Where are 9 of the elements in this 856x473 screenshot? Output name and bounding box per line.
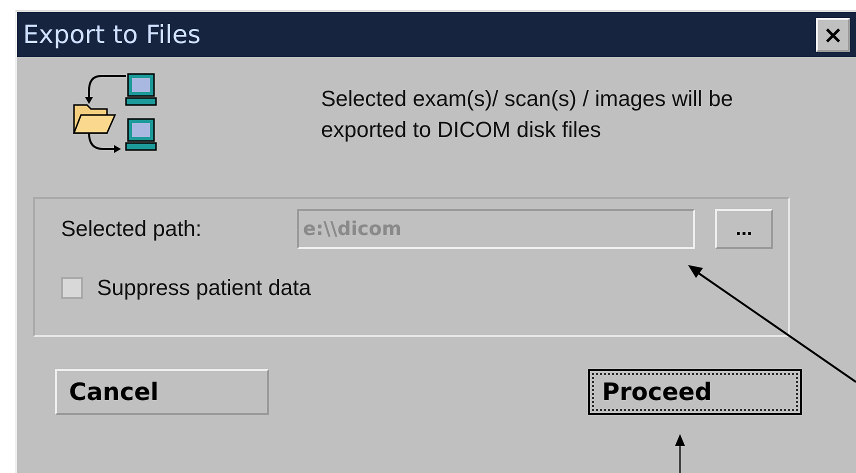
pointer-arrow bbox=[675, 434, 685, 473]
cancel-button[interactable]: Cancel bbox=[55, 369, 269, 415]
checkbox-label: Suppress patient data bbox=[97, 275, 312, 301]
close-button[interactable]: × bbox=[816, 18, 850, 52]
checkbox[interactable] bbox=[61, 277, 83, 299]
path-label: Selected path: bbox=[61, 216, 203, 242]
proceed-button[interactable]: Proceed bbox=[588, 369, 802, 415]
window-title: Export to Files bbox=[23, 20, 201, 49]
description-text: Selected exam(s)/ scan(s) / images will be exported to DICOM disk files bbox=[321, 85, 734, 144]
